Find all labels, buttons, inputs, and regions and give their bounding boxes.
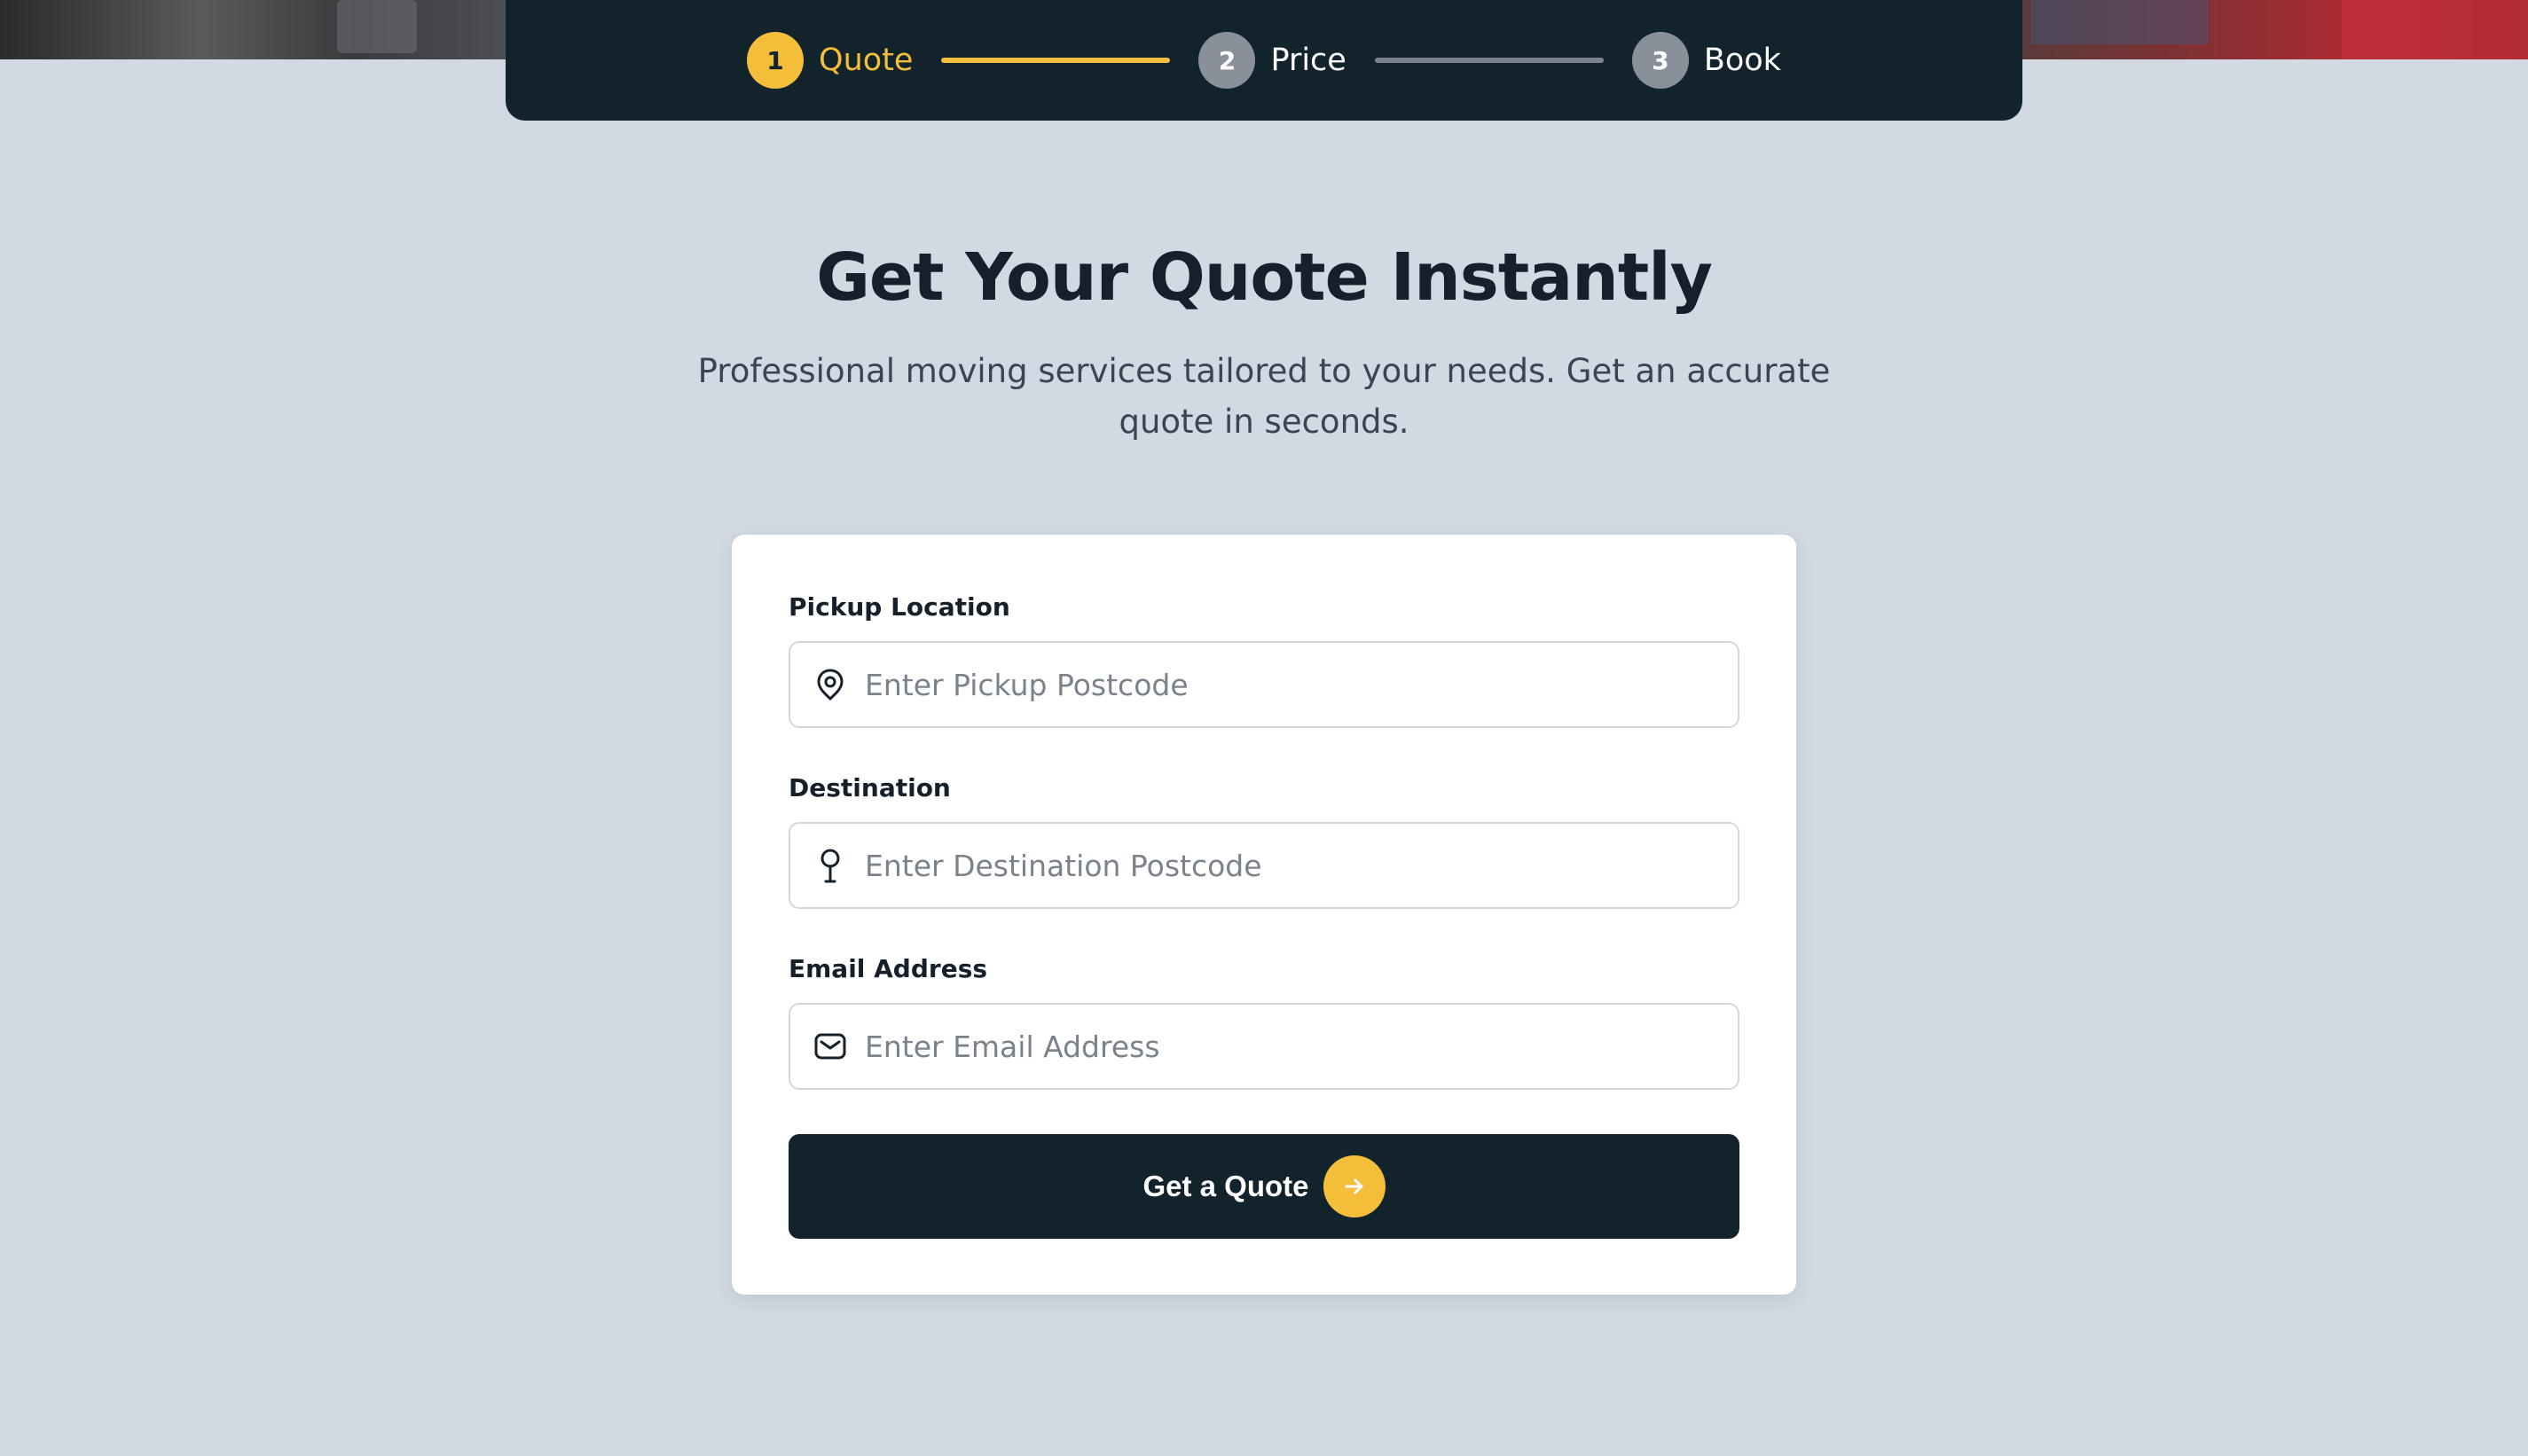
email-input[interactable] — [863, 1019, 1738, 1074]
quote-form-card: Pickup Location Destination Email Addres… — [732, 535, 1796, 1295]
destination-field[interactable] — [789, 822, 1739, 909]
step-quote[interactable]: 1 Quote — [747, 32, 913, 89]
envelope-icon — [810, 1026, 851, 1067]
progress-stepper: 1 Quote 2 Price 3 Book — [506, 0, 2022, 121]
step-label: Quote — [819, 43, 914, 78]
pickup-postcode-input[interactable] — [863, 657, 1738, 712]
page-title: Get Your Quote Instantly — [816, 239, 1713, 316]
step-label: Book — [1703, 43, 1781, 78]
hero-image-detail — [2031, 0, 2209, 44]
page-subtitle: Professional moving services tailored to… — [697, 352, 1831, 441]
get-quote-button[interactable]: Get a Quote — [789, 1134, 1739, 1239]
pickup-field[interactable] — [789, 641, 1739, 728]
map-pin-icon — [810, 664, 851, 705]
step-book[interactable]: 3 Book — [1631, 32, 1781, 89]
hero-image-detail — [2342, 0, 2528, 59]
step-number-badge: 3 — [1631, 32, 1689, 89]
step-connector — [1374, 58, 1604, 63]
step-number-badge: 1 — [747, 32, 805, 89]
hero-image-detail — [337, 0, 417, 53]
arrow-right-icon — [1323, 1155, 1386, 1217]
step-label: Price — [1270, 43, 1346, 78]
step-connector — [941, 58, 1171, 63]
email-label: Email Address — [789, 954, 988, 983]
destination-label: Destination — [789, 773, 951, 802]
map-pin-alt-icon — [810, 845, 851, 886]
pickup-label: Pickup Location — [789, 592, 1010, 622]
destination-postcode-input[interactable] — [863, 838, 1738, 893]
get-quote-button-label: Get a Quote — [1142, 1170, 1309, 1202]
step-number-badge: 2 — [1198, 32, 1256, 89]
email-field[interactable] — [789, 1003, 1739, 1090]
step-price[interactable]: 2 Price — [1198, 32, 1346, 89]
